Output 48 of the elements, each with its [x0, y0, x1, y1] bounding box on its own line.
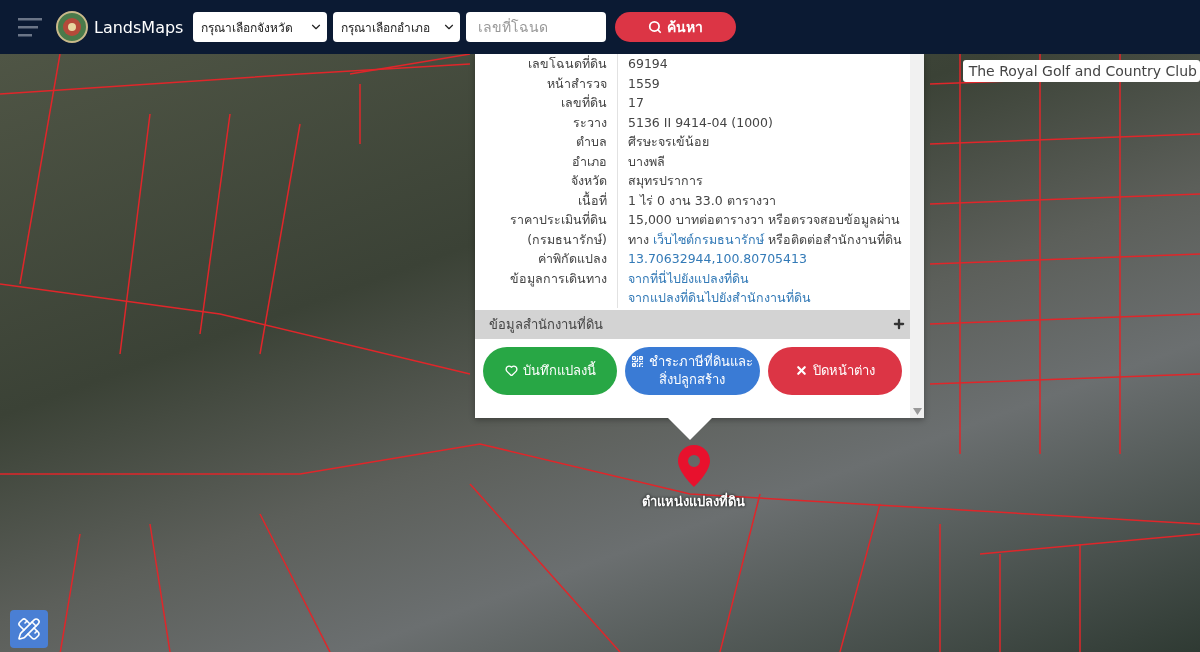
info-link[interactable]: จากแปลงที่ดินไปยังสำนักงานที่ดิน	[628, 290, 811, 305]
close-icon	[794, 363, 808, 377]
save-parcel-button[interactable]: บันทึกแปลงนี้	[483, 346, 618, 395]
seal-logo-icon	[56, 11, 88, 43]
field-label: เลขที่ดิน	[475, 93, 618, 113]
field-label: ระวาง	[475, 112, 618, 132]
search-button[interactable]: ค้นหา	[615, 12, 737, 42]
field-value: 1 ไร่ 0 งาน 33.0 ตารางวา	[628, 192, 776, 208]
place-label: The Royal Golf and Country Club	[962, 60, 1200, 82]
field-value: 17	[628, 95, 644, 110]
district-select[interactable]: กรุณาเลือกอำเภอ	[333, 12, 461, 42]
tax-payment-button[interactable]: ชำระภาษีที่ดินและ สิ่งปลูกสร้าง	[625, 346, 760, 395]
field-label: ข้อมูลการเดินทาง	[475, 268, 618, 308]
field-label: ตำบล	[475, 132, 618, 152]
field-value: บางพลี	[628, 153, 665, 169]
field-value: 1559	[628, 75, 660, 91]
field-label: ราคาประเมินที่ดิน	[475, 210, 618, 230]
info-link[interactable]: 13.70632944,100.80705413	[628, 251, 807, 266]
field-label: หน้าสำรวจ	[475, 73, 618, 93]
qr-code-icon	[631, 354, 645, 368]
drawing-tool-button[interactable]	[10, 610, 48, 648]
field-label: ค่าพิกัดแปลง	[475, 249, 618, 269]
close-button[interactable]: ปิดหน้าต่าง	[767, 346, 902, 395]
field-value: ศีรษะจรเข้น้อย	[628, 134, 709, 149]
scroll-down-icon[interactable]	[912, 408, 922, 415]
field-label: (กรมธนารักษ์)	[475, 229, 618, 249]
field-value: ทาง	[628, 231, 649, 247]
field-value: 69194	[628, 56, 668, 71]
info-link[interactable]: จากที่นี่ไปยังแปลงที่ดิน	[628, 270, 749, 286]
field-label: จังหวัด	[475, 171, 618, 191]
field-label: เนื้อที่	[475, 190, 618, 210]
plus-icon	[892, 317, 906, 331]
field-label: เลขโฉนดที่ดิน	[475, 54, 618, 74]
marker-label: ตำแหน่งแปลงที่ดิน	[640, 491, 746, 511]
info-link[interactable]: เว็บไซต์กรมธนารักษ์	[653, 231, 764, 247]
deed-number-field[interactable]: เลขที่โฉนด	[466, 12, 607, 42]
field-value: 15,000 บาทต่อตารางวา หรือตรวจสอบข้อมูลผ่าน	[628, 212, 900, 227]
land-office-section-header[interactable]: ข้อมูลสำนักงานที่ดิน	[475, 309, 910, 339]
pencil-ruler-icon	[17, 617, 41, 641]
brand-name: LandsMaps	[94, 17, 184, 37]
search-icon	[648, 20, 663, 34]
field-value: 5136 II 9414-04 (1000)	[628, 114, 773, 130]
menu-icon[interactable]	[18, 17, 44, 37]
field-value: หรือติดต่อสำนักงานที่ดิน	[767, 231, 902, 247]
heart-icon	[504, 363, 518, 377]
field-value: สมุทรปราการ	[628, 173, 703, 188]
field-label: อำเภอ	[475, 151, 618, 171]
province-select[interactable]: กรุณาเลือกจังหวัด	[193, 12, 328, 42]
